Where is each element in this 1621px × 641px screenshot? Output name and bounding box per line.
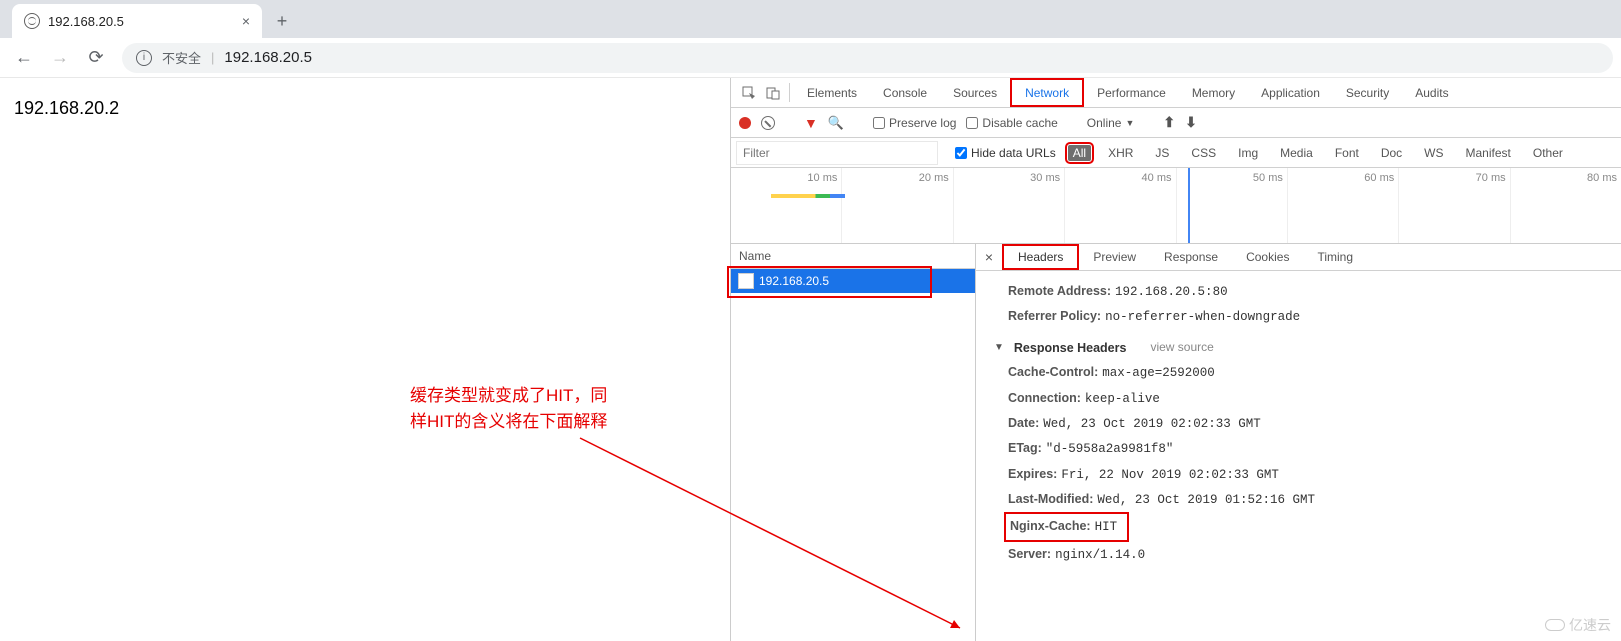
filter-input[interactable] [737,142,937,164]
address-bar[interactable]: i 不安全 | 192.168.20.5 [122,43,1613,73]
page-content: 192.168.20.2 缓存类型就变成了HIT，同 样HIT的含义将在下面解释 [0,78,730,641]
tab-memory[interactable]: Memory [1179,78,1248,107]
pill-js[interactable]: JS [1150,145,1174,161]
pill-doc[interactable]: Doc [1376,145,1407,161]
search-icon[interactable]: 🔍 [828,115,844,131]
detail-tab-cookies[interactable]: Cookies [1232,244,1303,270]
close-details-button[interactable]: × [976,244,1002,270]
browser-tabstrip: 192.168.20.5 × + [0,0,1621,38]
reload-button[interactable]: ⟳ [80,42,112,74]
disclosure-triangle-icon[interactable]: ▼ [994,338,1004,358]
devtools-tabs: Elements Console Sources Network Perform… [731,78,1621,108]
back-button[interactable]: ← [8,42,40,74]
device-icon[interactable] [761,78,785,107]
pill-img[interactable]: Img [1233,145,1263,161]
pill-font[interactable]: Font [1330,145,1364,161]
upload-har-icon[interactable]: ⬆ [1163,114,1175,131]
preserve-log-checkbox[interactable]: Preserve log [873,116,956,130]
detail-tabs: × Headers Preview Response Cookies Timin… [976,244,1621,271]
pill-media[interactable]: Media [1275,145,1318,161]
browser-tab[interactable]: 192.168.20.5 × [12,4,262,38]
request-details: × Headers Preview Response Cookies Timin… [976,244,1621,641]
hdr-etag: ETag:"d-5958a2a9981f8" [1008,436,1603,461]
hdr-cache-control: Cache-Control:max-age=2592000 [1008,360,1603,385]
detail-tab-response[interactable]: Response [1150,244,1232,270]
hdr-server: Server:nginx/1.14.0 [1008,542,1603,567]
disable-cache-checkbox[interactable]: Disable cache [966,116,1057,130]
general-remote-address: Remote Address:192.168.20.5:80 [1008,279,1603,304]
tab-audits[interactable]: Audits [1402,78,1461,107]
watermark: 亿速云 [1545,615,1611,635]
hdr-nginx-cache: Nginx-Cache:HIT [1008,512,1603,541]
pill-css[interactable]: CSS [1186,145,1221,161]
close-icon[interactable]: × [242,13,250,29]
download-har-icon[interactable]: ⬇ [1185,114,1197,131]
tab-sources[interactable]: Sources [940,78,1010,107]
tab-console[interactable]: Console [870,78,940,107]
tab-performance[interactable]: Performance [1084,78,1179,107]
browser-toolbar: ← → ⟳ i 不安全 | 192.168.20.5 [0,38,1621,78]
wf-tick: 10 ms [807,172,837,184]
pill-xhr[interactable]: XHR [1103,145,1138,161]
wf-tick: 80 ms [1587,172,1617,184]
detail-tab-headers[interactable]: Headers [1002,244,1079,270]
watermark-icon [1545,619,1565,631]
hdr-last-modified: Last-Modified:Wed, 23 Oct 2019 01:52:16 … [1008,487,1603,512]
hdr-date: Date:Wed, 23 Oct 2019 02:02:33 GMT [1008,411,1603,436]
tab-elements[interactable]: Elements [794,78,870,107]
wf-tick: 40 ms [1142,172,1172,184]
forward-button[interactable]: → [44,42,76,74]
network-controls: ▼ 🔍 Preserve log Disable cache Online ▼ … [731,108,1621,138]
annotation-text: 缓存类型就变成了HIT，同 样HIT的含义将在下面解释 [410,383,607,434]
url-text: 192.168.20.5 [224,49,312,66]
record-button[interactable] [739,117,751,129]
tab-security[interactable]: Security [1333,78,1402,107]
hide-data-urls-checkbox[interactable]: Hide data URLs [955,146,1056,160]
network-lower: Name 192.168.20.5 × Headers Preview Resp… [731,244,1621,641]
request-list: Name 192.168.20.5 [731,244,976,641]
tab-application[interactable]: Application [1248,78,1333,107]
detail-tab-preview[interactable]: Preview [1079,244,1150,270]
response-headers-section[interactable]: ▼ Response Headers view source [994,336,1603,360]
page-body-text: 192.168.20.2 [14,98,119,118]
main-area: 192.168.20.2 缓存类型就变成了HIT，同 样HIT的含义将在下面解释… [0,78,1621,641]
pill-ws[interactable]: WS [1419,145,1448,161]
network-filter-row: Hide data URLs All XHR JS CSS Img Media … [731,138,1621,168]
general-referrer-policy: Referrer Policy:no-referrer-when-downgra… [1008,304,1603,329]
view-source-link[interactable]: view source [1150,336,1213,359]
pill-all[interactable]: All [1068,145,1091,161]
network-waterfall[interactable]: 10 ms 20 ms 30 ms 40 ms 50 ms 60 ms 70 m… [731,168,1621,244]
wf-tick: 30 ms [1030,172,1060,184]
inspect-icon[interactable] [737,78,761,107]
pill-other[interactable]: Other [1528,145,1568,161]
filter-icon[interactable]: ▼ [804,115,818,131]
wf-tick: 70 ms [1476,172,1506,184]
annotation-box-request [727,266,932,298]
new-tab-button[interactable]: + [268,7,296,35]
clear-button[interactable] [761,116,775,130]
headers-body[interactable]: Remote Address:192.168.20.5:80 Referrer … [976,271,1621,641]
info-icon[interactable]: i [136,50,152,66]
tab-title: 192.168.20.5 [48,14,124,29]
hdr-connection: Connection:keep-alive [1008,386,1603,411]
wf-tick: 20 ms [919,172,949,184]
globe-icon [24,13,40,29]
detail-tab-timing[interactable]: Timing [1303,244,1367,270]
pill-manifest[interactable]: Manifest [1461,145,1516,161]
security-warning: 不安全 [162,48,201,67]
devtools-panel: Elements Console Sources Network Perform… [730,78,1621,641]
wf-tick: 50 ms [1253,172,1283,184]
hdr-expires: Expires:Fri, 22 Nov 2019 02:02:33 GMT [1008,462,1603,487]
divider: | [211,50,214,65]
tab-network[interactable]: Network [1010,78,1084,107]
wf-tick: 60 ms [1364,172,1394,184]
throttle-select[interactable]: Online ▼ [1087,116,1135,130]
